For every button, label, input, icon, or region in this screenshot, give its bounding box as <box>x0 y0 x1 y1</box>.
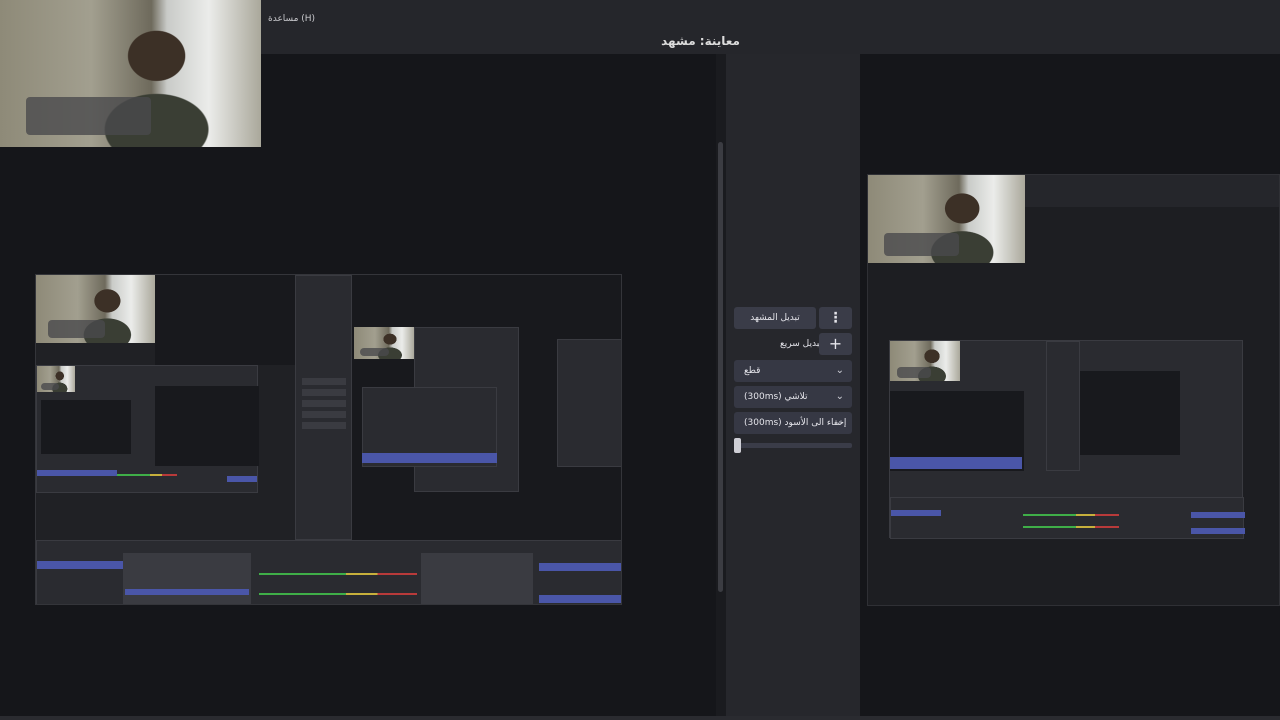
nested-fade <box>302 411 346 418</box>
program-dock-meter-2 <box>1023 526 1119 528</box>
fade-to-black-label: (300ms) إخفاء الى الأسود <box>744 418 847 428</box>
fade-label: (300ms) تلاشي <box>744 392 808 402</box>
nested-inner-blue2 <box>227 476 257 482</box>
webcam-source[interactable] <box>0 0 261 147</box>
nested-control-start <box>539 563 621 571</box>
nested-transitions-dock <box>421 553 533 604</box>
program-dock-scene <box>891 510 941 516</box>
nested-inner-blue <box>37 470 117 476</box>
chevron-down-icon: ⌄ <box>835 391 844 402</box>
program-webcam <box>868 175 1025 263</box>
fade-to-black-select[interactable]: (300ms) إخفاء الى الأسود ⌄ <box>734 412 852 434</box>
nested-mixer-meter-2 <box>259 593 417 595</box>
nested-program-bar <box>362 453 497 463</box>
nested-program <box>352 275 621 540</box>
cut-label: قطع <box>744 366 761 376</box>
status-bar <box>0 716 1280 720</box>
program-dock-meter-1 <box>1023 514 1119 516</box>
nested-control-rec <box>539 595 621 603</box>
nested-dock <box>36 540 621 604</box>
nested-preview-capture <box>35 274 622 605</box>
program-dock-control-2 <box>1191 528 1245 534</box>
program-nested-panel <box>1046 341 1080 471</box>
chevron-down-icon: ⌄ <box>835 365 844 376</box>
nested-inner-webcam <box>37 366 75 392</box>
nested-inner-a <box>41 400 131 454</box>
plus-icon: + <box>828 334 843 353</box>
nested-sources <box>123 553 251 604</box>
program-nested-frame <box>889 340 1245 539</box>
quick-transition-label: تبديل سريع <box>780 339 822 349</box>
nested-switch-scene <box>302 378 346 385</box>
more-options-button[interactable]: ⋮ <box>819 307 852 329</box>
nested-fade-black <box>302 422 346 429</box>
vertical-dots-icon: ⋮ <box>828 310 843 326</box>
chevron-down-icon: ⌄ <box>835 417 844 428</box>
nested-source-selected <box>125 589 249 595</box>
t-bar-slider[interactable] <box>734 443 852 448</box>
preview-title: معاينة: مشهد <box>661 34 740 48</box>
fade-transition-select[interactable]: (300ms) تلاشي ⌄ <box>734 386 852 408</box>
nested-dark-area <box>155 275 295 365</box>
nested-cut <box>302 400 346 407</box>
nested-program-webcam <box>354 327 414 359</box>
program-nested-bar <box>890 457 1022 469</box>
nested-mixer-meter-1 <box>259 573 417 575</box>
nested-webcam <box>36 275 155 343</box>
program-nested-dock <box>890 497 1245 539</box>
t-bar-handle[interactable] <box>734 438 741 453</box>
nested-scene-selected <box>37 561 123 569</box>
program-nested-webcam <box>890 341 960 381</box>
nested-program-side <box>557 339 621 467</box>
preview-scrollbar[interactable] <box>718 142 723 592</box>
program-nested-b <box>1080 371 1180 455</box>
nested-quick <box>302 389 346 396</box>
add-quick-transition-button[interactable]: + <box>819 333 852 355</box>
program-dock-control-1 <box>1191 512 1245 518</box>
help-menu[interactable]: مساعدة (H) <box>268 14 315 24</box>
nested-inner-b <box>155 386 259 466</box>
program-nested-capture <box>867 174 1280 606</box>
switch-scene-button[interactable]: تبديل المشهد <box>734 307 816 329</box>
cut-transition-select[interactable]: قطع ⌄ <box>734 360 852 382</box>
nested-inner-preview <box>36 365 259 493</box>
nested-inner-meter <box>117 474 177 476</box>
nested-transition-panel <box>295 275 352 540</box>
transition-panel <box>726 54 860 716</box>
